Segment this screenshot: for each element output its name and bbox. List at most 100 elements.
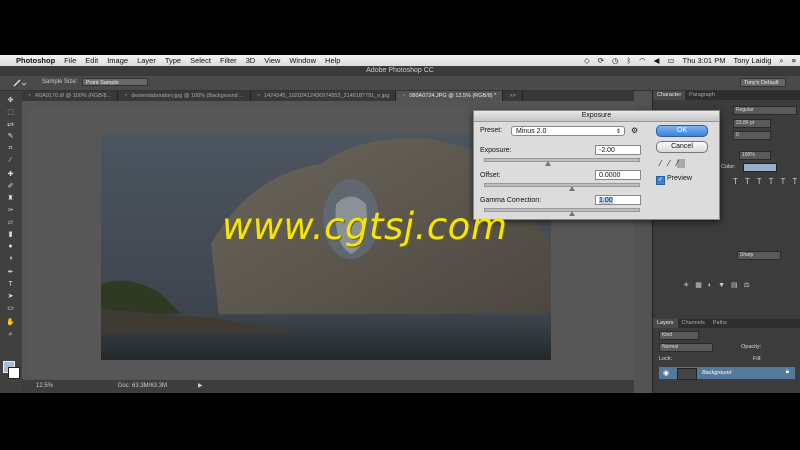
status-menu-arrow[interactable]: ▶ [198,382,203,389]
preview-checkbox[interactable]: ✓ Preview [656,175,692,185]
offset-input[interactable]: 0.0000 [595,170,641,180]
dodge-tool-icon[interactable]: ◑ [5,255,16,263]
menu-image[interactable]: Image [107,56,128,65]
menu-layer[interactable]: Layer [137,56,156,65]
exposure-input[interactable]: -2.00 [595,145,641,155]
close-icon[interactable]: × [28,93,31,99]
menu-filter[interactable]: Filter [220,56,237,65]
gray-point-eyedropper-icon[interactable]: ⁄ [668,159,676,168]
tab-doc-2[interactable]: × dexterslaboratory.jpg @ 100% (Backgroun… [118,91,251,101]
hand-tool-icon[interactable]: ✋ [5,319,16,327]
offset-label: Offset: [480,172,501,179]
tab-channels[interactable]: Channels [678,319,709,328]
menu-window[interactable]: Window [289,56,316,65]
tab-character[interactable]: Character [653,91,686,100]
gear-icon[interactable]: ⚙ [631,126,638,135]
exposure-label: Exposure: [480,147,512,154]
font-size-field[interactable]: 23.86 pt [733,119,771,128]
exposure-slider-knob[interactable] [545,161,551,166]
layer-row-background[interactable]: ◉ Background 🔒︎ [659,367,795,380]
gamma-slider-knob[interactable] [569,211,575,216]
tools-panel: ✥ ⬚ ᔕ ✎ ⌗ ⁄ ✚ ✐ ♜ ✑ ▱ ▮ ● ◑ ✒ T ➤ ▭ ✋ ⌕ [0,91,23,393]
stamp-tool-icon[interactable]: ♜ [5,195,16,203]
layers-panel-tabs: Layers Channels Paths [653,319,800,328]
font-style-select[interactable]: Regular [733,106,797,115]
menu-edit[interactable]: Edit [85,56,98,65]
cancel-button[interactable]: Cancel [656,141,708,153]
gamma-label: Gamma Correction: [480,197,542,204]
tab-doc-4[interactable]: × 080A0724.JPG @ 12.5% (RGB/8) * [396,91,504,101]
white-point-eyedropper-icon[interactable]: ⁄ [676,159,686,168]
menu-select[interactable]: Select [190,56,211,65]
menu-file[interactable]: File [64,56,76,65]
wifi-icon[interactable]: ◠ [639,56,646,65]
type-tool-icon[interactable]: T [5,281,16,289]
volume-icon[interactable]: ◀ [654,56,660,65]
close-icon[interactable]: × [402,93,405,99]
gamma-slider[interactable] [484,208,640,216]
offset-slider-knob[interactable] [569,186,575,191]
menu-app[interactable]: Photoshop [16,56,55,65]
menu-type[interactable]: Type [165,56,181,65]
gradient-tool-icon[interactable]: ▮ [5,231,16,239]
menubar-user[interactable]: Tony Laidig [733,56,771,65]
shape-tool-icon[interactable]: ▭ [5,305,16,313]
tab-doc-1[interactable]: × R0A9170.tif @ 100% (RGB/8... [22,91,119,101]
layer-filter-kind[interactable]: Kind [659,331,699,340]
preset-select[interactable]: Minus 2.0 ⇕ [511,126,625,136]
menu-view[interactable]: View [264,56,280,65]
blur-tool-icon[interactable]: ● [5,243,16,251]
tab-paths[interactable]: Paths [709,319,731,328]
exposure-dialog: Exposure Preset: Minus 2.0 ⇕ ⚙ Exposure:… [473,110,720,220]
horizontal-scale-field[interactable]: 100% [739,151,771,160]
eraser-tool-icon[interactable]: ▱ [5,219,16,227]
history-brush-icon[interactable]: ✑ [5,207,16,215]
brush-tool-icon[interactable]: ✐ [5,183,16,191]
list-icon[interactable]: ≡ [792,56,796,65]
background-color-swatch[interactable] [8,367,20,379]
lock-icon: 🔒︎ [785,369,789,375]
gamma-input[interactable]: 1.00 [595,195,641,205]
tab-layers[interactable]: Layers [653,319,678,328]
tabs-overflow[interactable]: >> [503,91,523,101]
adjustment-icons[interactable]: ☀▦◐▼▤⚖ [683,281,756,289]
antialias-select[interactable]: Sharp [737,251,781,260]
sample-size-select[interactable]: Point Sample [82,78,148,86]
ok-button[interactable]: OK [656,125,708,137]
eye-icon[interactable]: ◉ [663,369,669,377]
crop-tool-icon[interactable]: ⌗ [5,145,16,153]
healing-tool-icon[interactable]: ✚ [5,171,16,179]
quick-select-tool-icon[interactable]: ✎ [5,133,16,141]
blend-mode-select[interactable]: Normal [659,343,713,352]
close-icon[interactable]: × [257,93,260,99]
dropbox-icon[interactable]: ◇ [584,56,590,65]
eyedropper-icons[interactable]: ⁄⁄⁄ [660,159,686,168]
eyedropper-icon[interactable]: ⁄ [5,157,16,165]
workspace-select[interactable]: Tony's Default [740,78,786,87]
search-icon[interactable]: ⌕ [779,56,783,66]
offset-slider[interactable] [484,183,640,191]
timemachine-icon[interactable]: ◷ [612,56,619,65]
tracking-field[interactable]: 0 [733,131,771,140]
tab-doc-3[interactable]: × 1424345_10202412436974553_2145187791_n.… [251,91,397,101]
zoom-level[interactable]: 12.5% [36,383,53,389]
text-color-swatch[interactable] [743,163,777,172]
bluetooth-icon[interactable]: ᛒ [627,56,632,65]
lasso-tool-icon[interactable]: ᔕ [5,121,16,129]
pen-tool-icon[interactable]: ✒ [5,269,16,277]
menu-help[interactable]: Help [325,56,340,65]
marquee-tool-icon[interactable]: ⬚ [5,109,16,117]
path-select-icon[interactable]: ➤ [5,293,16,301]
menubar-clock[interactable]: Thu 3:01 PM [683,56,726,65]
eyedropper-tool-icon[interactable] [12,78,28,87]
type-style-icons[interactable]: TTTTTTT [733,177,800,186]
exposure-slider[interactable] [484,158,640,166]
zoom-tool-icon[interactable]: ⌕ [5,331,16,339]
menu-3d[interactable]: 3D [246,56,256,65]
sync-icon[interactable]: ⟳ [598,56,604,65]
battery-icon[interactable]: ▭ [667,56,674,65]
options-bar: Sample Size: Point Sample Tony's Default [0,76,800,91]
close-icon[interactable]: × [124,93,127,99]
tab-paragraph[interactable]: Paragraph [685,91,719,100]
move-tool-icon[interactable]: ✥ [5,97,16,105]
